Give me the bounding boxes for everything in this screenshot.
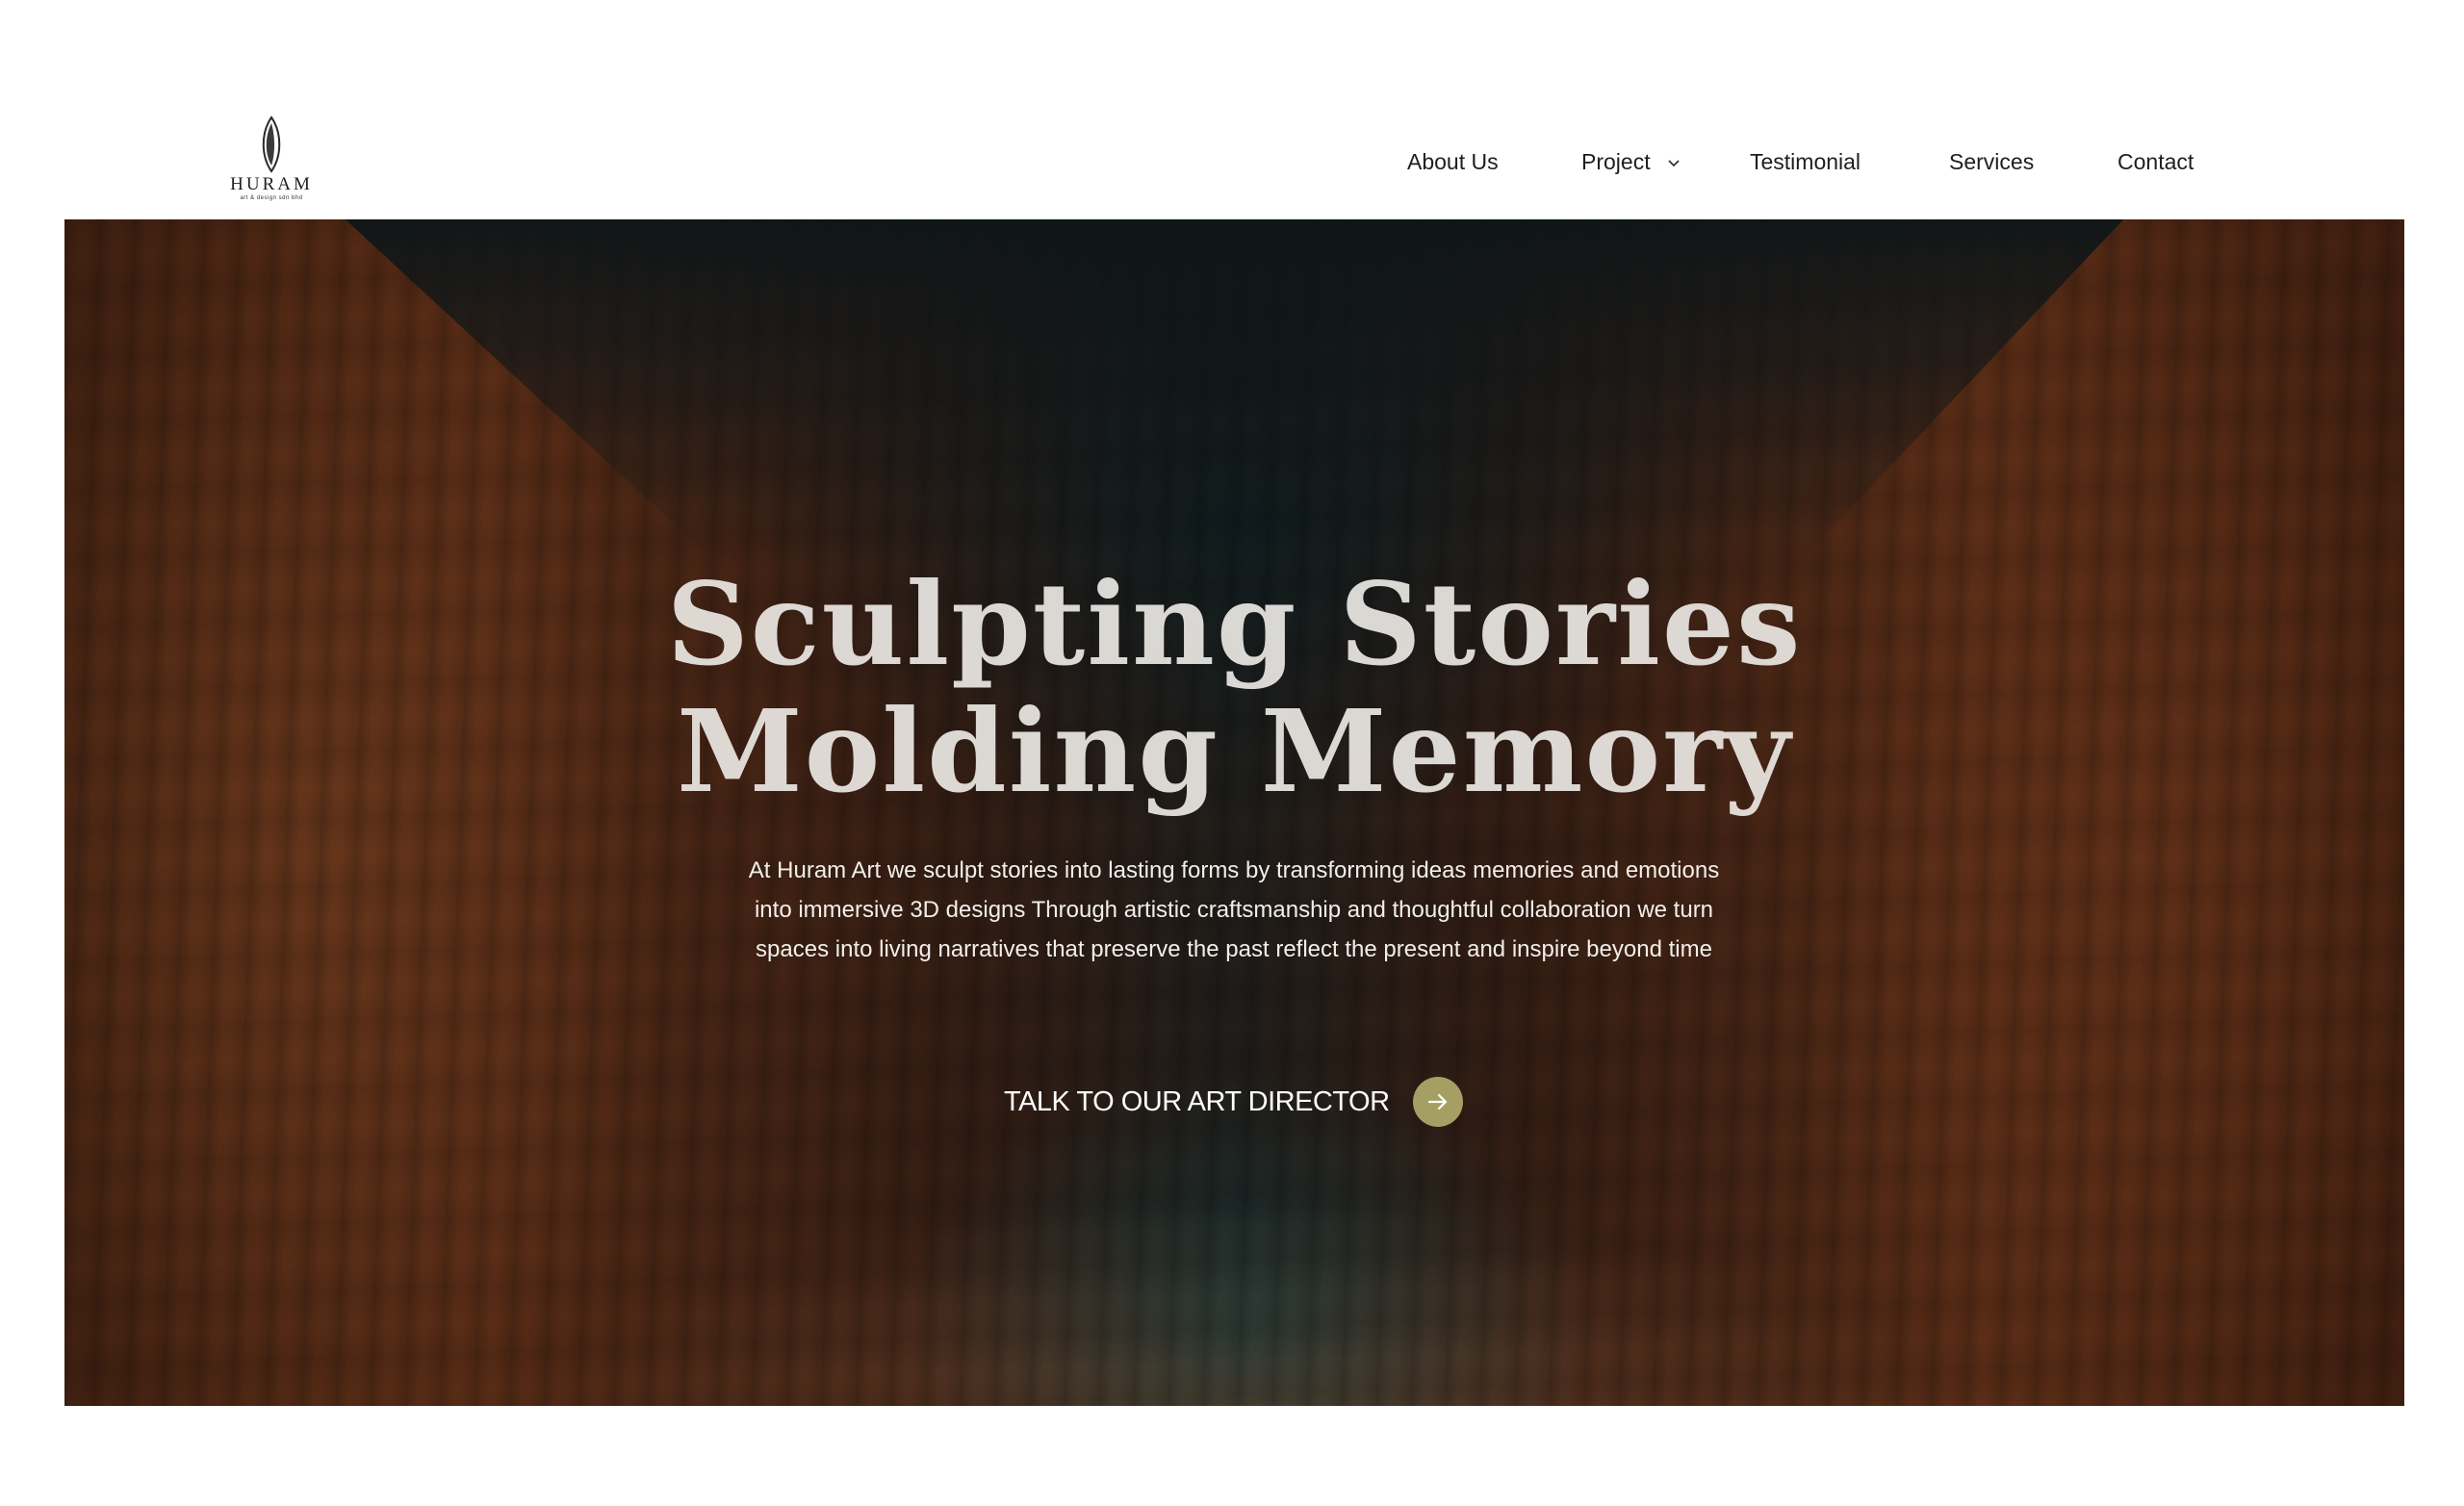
brand-tagline: art & design sdn bhd bbox=[240, 195, 303, 201]
hero-description: At Huram Art we sculpt stories into last… bbox=[748, 857, 1720, 962]
hero-title-line-2: Molding Memory bbox=[677, 684, 1792, 818]
nav-item-project[interactable]: Project bbox=[1581, 144, 1681, 179]
brand-logo[interactable]: HURAM art & design sdn bhd bbox=[227, 115, 316, 208]
nav-item-label: Contact bbox=[2118, 149, 2194, 174]
nav-item-about-us[interactable]: About Us bbox=[1407, 144, 1499, 179]
nav-item-label: About Us bbox=[1407, 149, 1499, 174]
nav-item-label: Project bbox=[1581, 149, 1651, 174]
page: HURAM art & design sdn bhd About Us Proj… bbox=[0, 0, 2464, 1506]
chevron-down-icon bbox=[1668, 160, 1680, 167]
hero-title: Sculpting Stories Molding Memory bbox=[64, 561, 2404, 815]
brand-name: HURAM bbox=[230, 174, 313, 194]
hero-section: Sculpting Stories Molding Memory At Hura… bbox=[64, 219, 2404, 1406]
nav-item-testimonial[interactable]: Testimonial bbox=[1750, 144, 1861, 179]
nav-item-contact[interactable]: Contact bbox=[2118, 144, 2194, 179]
arrow-right-icon bbox=[1427, 1093, 1447, 1110]
nav-item-label: Testimonial bbox=[1750, 149, 1861, 174]
site-header: HURAM art & design sdn bhd About Us Proj… bbox=[0, 0, 2464, 219]
cta-arrow-circle bbox=[1412, 1077, 1463, 1127]
nav-item-label: Services bbox=[1949, 149, 2035, 174]
leaf-drop-icon bbox=[262, 115, 281, 173]
main-nav: About Us Project Testimonial Services Co… bbox=[1386, 144, 2214, 179]
hero-title-line-1: Sculpting Stories bbox=[666, 557, 1803, 691]
nav-item-services[interactable]: Services bbox=[1949, 144, 2034, 179]
talk-to-art-director-button[interactable]: TALK TO OUR ART DIRECTOR bbox=[1004, 1076, 1463, 1128]
cta-label: TALK TO OUR ART DIRECTOR bbox=[1004, 1085, 1390, 1117]
